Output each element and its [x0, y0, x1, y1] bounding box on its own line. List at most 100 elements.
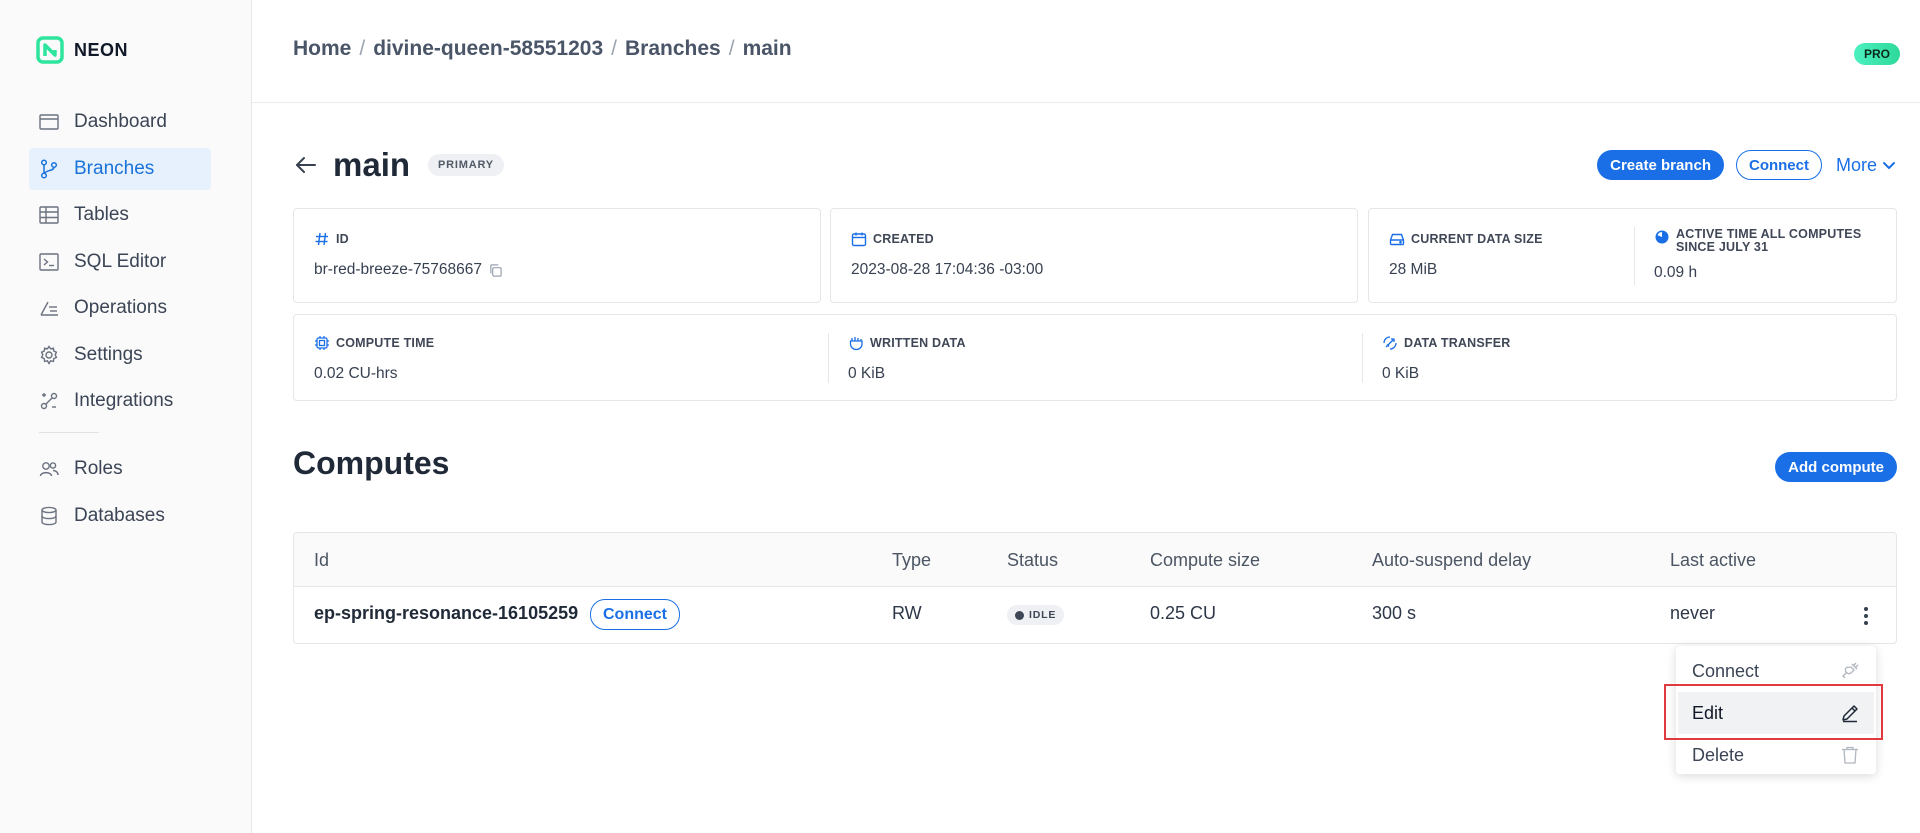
plan-badge[interactable]: PRO	[1853, 43, 1900, 65]
dashboard-icon	[39, 114, 59, 130]
plug-icon	[1842, 662, 1859, 679]
database-icon	[41, 506, 57, 525]
metric-label: WRITTEN DATA	[870, 335, 966, 350]
computes-table: Id Type Status Compute size Auto-suspend…	[293, 532, 1897, 644]
status-dot	[1015, 610, 1024, 620]
tables-icon	[39, 206, 59, 224]
branch-id-card: ID br-red-breeze-75768667	[293, 208, 821, 303]
column-header-id: Id	[314, 550, 330, 570]
sidebar: NEON Dashboard Branches Tables SQL Edito…	[0, 0, 252, 833]
sidebar-item-settings[interactable]: Settings	[29, 334, 211, 376]
create-branch-button[interactable]: Create branch	[1597, 150, 1724, 180]
data-transfer-value: 0 KiB	[1382, 365, 1420, 382]
compute-time-value: 0.02 CU-hrs	[314, 365, 398, 382]
chip-icon	[315, 336, 329, 350]
menu-item-label: Edit	[1692, 702, 1724, 723]
breadcrumb-current: main	[742, 37, 792, 60]
metric-data-transfer: DATA TRANSFER 0 KiB	[1382, 335, 1511, 383]
status-text: IDLE	[1029, 609, 1057, 621]
data-size-value: 28 MiB	[1389, 261, 1438, 278]
breadcrumb-home[interactable]: Home	[293, 37, 351, 61]
sidebar-item-branches[interactable]: Branches	[29, 147, 211, 190]
usage-card: COMPUTE TIME 0.02 CU-hrs WRITTEN DATA 0 …	[293, 314, 1897, 401]
breadcrumb: Home / divine-queen-58551203 / Branches …	[293, 37, 792, 61]
menu-item-label: Connect	[1692, 660, 1760, 681]
metric-compute-time: COMPUTE TIME 0.02 CU-hrs	[314, 335, 434, 383]
more-dropdown[interactable]: More	[1836, 155, 1897, 176]
trash-icon	[1842, 746, 1858, 764]
sidebar-item-integrations[interactable]: Integrations	[29, 380, 211, 422]
neon-logo[interactable]: NEON	[36, 36, 128, 64]
operations-icon	[40, 301, 58, 316]
created-card: CREATED 2023-08-28 17:04:36 -03:00	[830, 208, 1358, 303]
sidebar-item-databases[interactable]: Databases	[29, 495, 211, 537]
written-data-value: 0 KiB	[848, 365, 886, 382]
menu-item-label: Delete	[1692, 744, 1745, 765]
metric-label: CREATED	[873, 231, 934, 246]
sidebar-nav: Dashboard Branches Tables SQL Editor Ope…	[29, 101, 211, 541]
sidebar-divider	[39, 432, 99, 433]
sidebar-item-label: SQL Editor	[74, 250, 167, 272]
roles-icon	[39, 462, 59, 477]
breadcrumb-project[interactable]: divine-queen-58551203	[373, 37, 603, 61]
created-value: 2023-08-28 17:04:36 -03:00	[851, 261, 1044, 278]
top-bar: Home / divine-queen-58551203 / Branches …	[252, 0, 1920, 103]
branches-icon	[40, 158, 58, 179]
card-divider	[1362, 333, 1363, 383]
sidebar-item-roles[interactable]: Roles	[29, 448, 211, 490]
row-actions-menu: Connect Edit Delete	[1676, 646, 1876, 774]
sidebar-item-label: Settings	[74, 343, 143, 365]
metric-id: ID br-red-breeze-75768667	[314, 231, 503, 279]
column-header-type: Type	[892, 550, 932, 570]
written-data-icon	[849, 337, 863, 351]
storage-icon	[1389, 233, 1405, 246]
row-actions-menu-icon[interactable]	[1860, 605, 1872, 627]
metric-written-data: WRITTEN DATA 0 KiB	[848, 335, 966, 383]
metric-label: ID	[336, 231, 349, 246]
computes-heading: Computes	[293, 445, 450, 481]
status-badge: IDLE	[1007, 605, 1065, 625]
calendar-icon	[851, 232, 867, 247]
menu-item-connect[interactable]: Connect	[1678, 650, 1874, 692]
add-compute-button[interactable]: Add compute	[1775, 452, 1897, 482]
sidebar-item-operations[interactable]: Operations	[29, 287, 211, 329]
branch-title-row: main PRIMARY	[293, 146, 504, 184]
data-transfer-icon	[1383, 336, 1397, 350]
menu-item-delete[interactable]: Delete	[1678, 734, 1874, 776]
table-row: ep-spring-resonance-16105259 Connect RW …	[294, 587, 1896, 643]
column-header-compute-size: Compute size	[1150, 550, 1261, 570]
metric-label-line2: SINCE JULY 31	[1676, 240, 1769, 254]
compute-connect-button[interactable]: Connect	[590, 599, 680, 630]
page-title: main	[333, 146, 411, 183]
metric-created: CREATED 2023-08-28 17:04:36 -03:00	[851, 231, 1043, 279]
column-header-last-active: Last active	[1670, 550, 1757, 570]
metric-label: COMPUTE TIME	[336, 335, 435, 350]
chevron-down-icon	[1883, 162, 1895, 169]
back-arrow-icon[interactable]	[293, 154, 319, 176]
breadcrumb-separator: /	[728, 37, 735, 60]
branch-id-value: br-red-breeze-75768667	[314, 261, 483, 278]
sidebar-item-sql-editor[interactable]: SQL Editor	[29, 241, 211, 283]
column-header-status: Status	[1007, 550, 1059, 570]
sidebar-item-label: Databases	[74, 504, 165, 526]
sidebar-item-tables[interactable]: Tables	[29, 194, 211, 236]
last-active: never	[1670, 603, 1716, 623]
metric-label: DATA TRANSFER	[1404, 335, 1511, 350]
menu-item-edit[interactable]: Edit	[1678, 692, 1874, 734]
pie-chart-icon	[1655, 230, 1669, 244]
compute-id: ep-spring-resonance-16105259	[314, 603, 579, 623]
sidebar-item-label: Tables	[74, 204, 129, 225]
branch-actions: Create branch Connect More	[1597, 150, 1897, 180]
breadcrumb-branches[interactable]: Branches	[625, 37, 721, 61]
copy-icon[interactable]	[488, 263, 503, 278]
metric-label: CURRENT DATA SIZE	[1411, 231, 1543, 246]
connect-button[interactable]: Connect	[1735, 150, 1822, 180]
integrations-icon	[40, 392, 58, 410]
sidebar-item-dashboard[interactable]: Dashboard	[29, 101, 211, 143]
hash-icon	[315, 232, 328, 246]
neon-logo-icon	[36, 36, 64, 64]
breadcrumb-separator: /	[359, 37, 366, 60]
sidebar-item-label: Branches	[74, 157, 155, 179]
sidebar-item-label: Operations	[74, 297, 167, 318]
primary-badge: PRIMARY	[428, 154, 504, 176]
